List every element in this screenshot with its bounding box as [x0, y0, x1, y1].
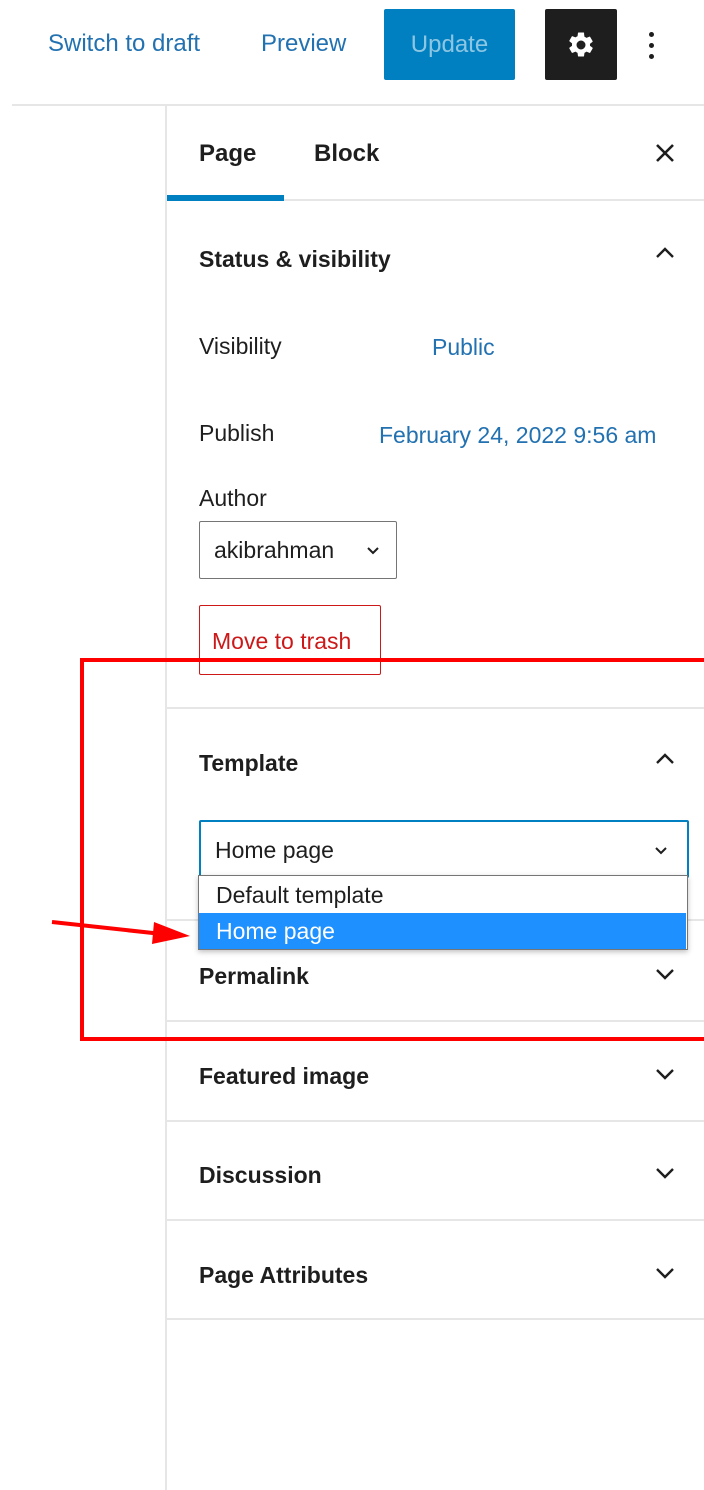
visibility-value-link[interactable]: Public	[432, 334, 495, 361]
tab-block[interactable]: Block	[314, 140, 379, 168]
template-toggle[interactable]: Template	[199, 750, 298, 777]
permalink-toggle[interactable]: Permalink	[199, 963, 309, 990]
chevron-down-icon[interactable]	[653, 1166, 677, 1182]
author-label: Author	[199, 485, 267, 511]
chevron-down-icon[interactable]	[653, 1067, 677, 1083]
featured-image-toggle[interactable]: Featured image	[199, 1063, 369, 1090]
preview-button[interactable]: Preview	[261, 30, 346, 58]
author-select[interactable]: akibrahman	[199, 521, 397, 579]
chevron-up-icon[interactable]	[653, 750, 677, 766]
move-to-trash-button[interactable]: Move to trash	[199, 605, 381, 675]
gear-icon	[569, 31, 593, 57]
visibility-label: Visibility	[199, 333, 282, 359]
status-visibility-panel: Status & visibility Visibility Public Pu…	[167, 201, 704, 709]
settings-button[interactable]	[545, 9, 617, 80]
close-icon[interactable]	[651, 139, 679, 167]
chevron-up-icon[interactable]	[653, 244, 677, 260]
featured-image-panel: Featured image	[167, 1022, 704, 1122]
update-button[interactable]: Update	[384, 9, 515, 80]
page-attributes-panel: Page Attributes	[167, 1221, 704, 1320]
editor-toolbar: Switch to draft Preview Update	[0, 0, 704, 104]
settings-sidebar: Page Block Status & visibility Visibilit…	[165, 106, 704, 1490]
sidebar-tabs: Page Block	[167, 106, 704, 201]
chevron-down-icon[interactable]	[653, 967, 677, 983]
publish-date-link[interactable]: February 24, 2022 9:56 am	[379, 422, 656, 449]
more-options-button[interactable]	[636, 22, 666, 68]
chevron-down-icon[interactable]	[653, 1266, 677, 1282]
tab-page[interactable]: Page	[199, 140, 256, 168]
template-option-default[interactable]: Default template	[199, 877, 686, 913]
template-options-list: Default template Home page	[198, 875, 688, 950]
publish-label: Publish	[199, 420, 275, 446]
template-select-value: Home page	[215, 837, 334, 863]
switch-to-draft-button[interactable]: Switch to draft	[48, 30, 200, 58]
move-to-trash-label: Move to trash	[212, 628, 352, 654]
status-visibility-toggle[interactable]: Status & visibility	[199, 246, 391, 273]
chevron-down-icon	[367, 547, 379, 555]
discussion-panel: Discussion	[167, 1122, 704, 1221]
vertical-ellipsis-icon	[648, 31, 654, 37]
template-select[interactable]: Home page	[199, 820, 689, 878]
chevron-down-icon	[655, 847, 667, 855]
page-attributes-toggle[interactable]: Page Attributes	[199, 1262, 368, 1289]
template-option-home-page[interactable]: Home page	[199, 913, 686, 949]
update-button-label: Update	[410, 30, 489, 58]
discussion-toggle[interactable]: Discussion	[199, 1162, 322, 1189]
author-select-value: akibrahman	[214, 537, 335, 563]
